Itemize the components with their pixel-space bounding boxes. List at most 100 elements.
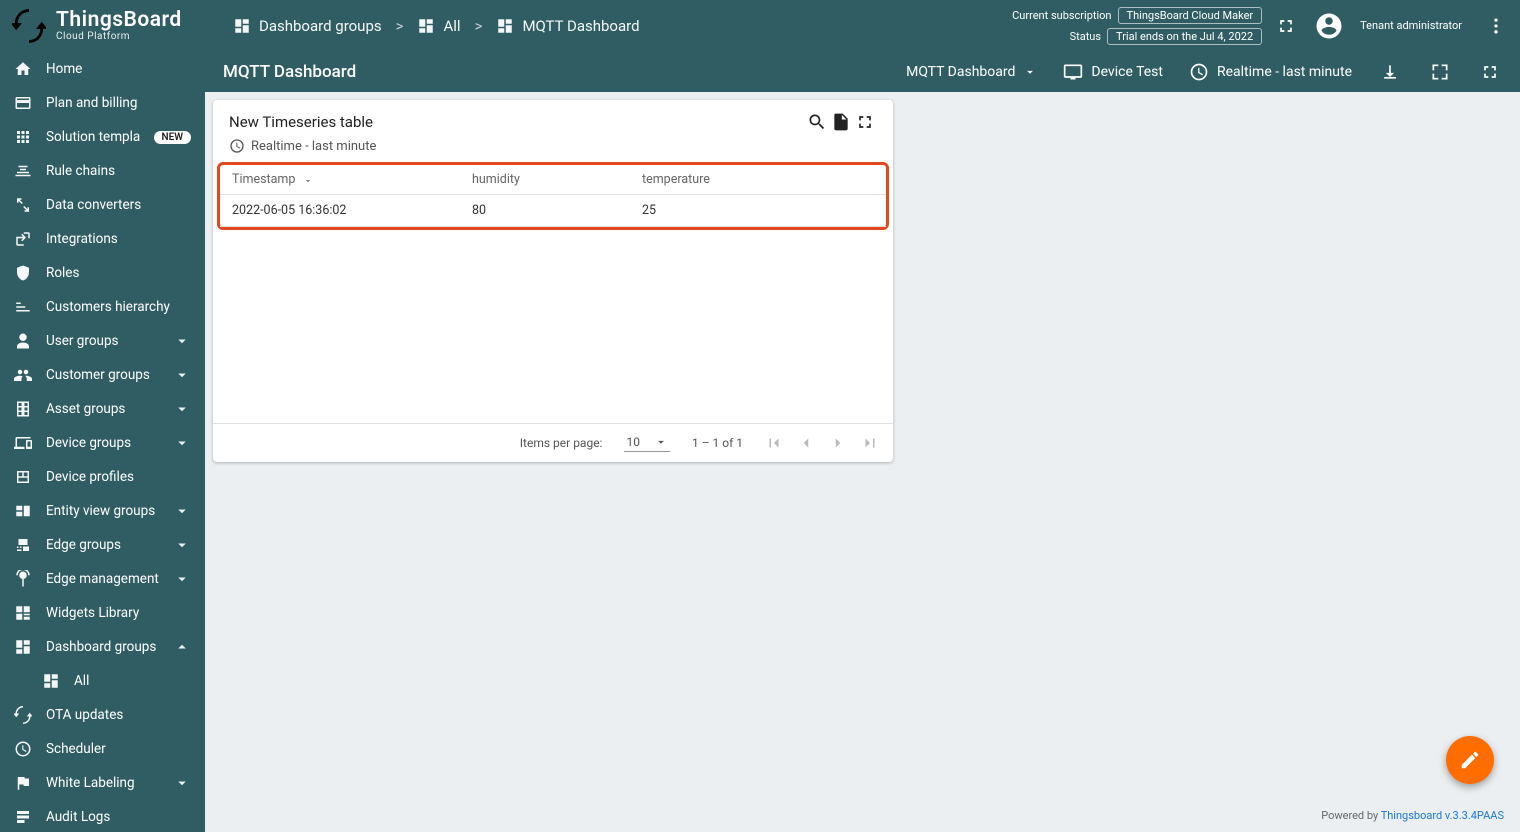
widget-timewindow[interactable]: Realtime - last minute — [213, 134, 893, 162]
flag-icon — [14, 774, 32, 792]
page-first-button[interactable] — [765, 434, 783, 452]
arrow-down-icon — [1023, 65, 1037, 79]
widget-search-button[interactable] — [805, 110, 829, 134]
sidebar-item-label: Customer groups — [46, 367, 159, 383]
chevron-up-icon — [173, 638, 191, 656]
sidebar-item-label: Audit Logs — [46, 809, 191, 825]
page-next-button[interactable] — [829, 434, 847, 452]
new-badge: NEW — [154, 131, 192, 144]
sidebar-item[interactable]: Solution templatesNEW — [0, 120, 205, 154]
device-alias-button[interactable]: Device Test — [1063, 62, 1163, 82]
trial-status-chip[interactable]: Trial ends on the Jul 4, 2022 — [1107, 28, 1262, 45]
sidebar-item[interactable]: Edge groups — [0, 528, 205, 562]
product-link[interactable]: Thingsboard v.3.3.4PAAS — [1381, 809, 1504, 822]
sidebar-item-label: User groups — [46, 333, 159, 349]
subscription-plan-chip[interactable]: ThingsBoard Cloud Maker — [1118, 7, 1263, 24]
profile-icon — [14, 468, 32, 486]
expand-window-icon — [1430, 62, 1450, 82]
page-prev-button[interactable] — [797, 434, 815, 452]
sidebar-item[interactable]: Audit Logs — [0, 800, 205, 832]
breadcrumb-item[interactable]: Dashboard groups — [233, 17, 382, 35]
logo-block[interactable]: ThingsBoard Cloud Platform — [0, 9, 205, 43]
sidebar-item[interactable]: Widgets Library — [0, 596, 205, 630]
sidebar-item-label: Device groups — [46, 435, 159, 451]
more-button[interactable] — [1484, 14, 1508, 38]
breadcrumb-separator: > — [475, 17, 483, 35]
sidebar-item[interactable]: Plan and billing — [0, 86, 205, 120]
avatar-icon[interactable] — [1314, 11, 1344, 41]
user-icon — [14, 332, 32, 350]
breadcrumb-item[interactable]: MQTT Dashboard — [496, 17, 639, 35]
column-header-humidity[interactable]: humidity — [472, 172, 642, 187]
sidebar-item[interactable]: Home — [0, 52, 205, 86]
screen-mode-button[interactable] — [1428, 60, 1452, 84]
chevron-down-icon — [173, 502, 191, 520]
sidebar-item-label: OTA updates — [46, 707, 191, 723]
hierarchy-icon — [14, 298, 32, 316]
fullscreen-toolbar-button[interactable] — [1478, 60, 1502, 84]
status-label: Status — [1070, 30, 1101, 43]
clock-icon — [1189, 62, 1209, 82]
sidebar-item[interactable]: Device profiles — [0, 460, 205, 494]
widget-footer: Items per page: 10 1 – 1 of 1 — [213, 423, 893, 462]
page-last-button[interactable] — [861, 434, 879, 452]
sidebar-item[interactable]: Edge management — [0, 562, 205, 596]
sidebar-item[interactable]: User groups — [0, 324, 205, 358]
rules-icon — [14, 162, 32, 180]
breadcrumb-label: MQTT Dashboard — [522, 17, 639, 35]
table-row[interactable]: 2022-06-05 16:36:02 80 25 — [220, 195, 886, 227]
device-alias-label: Device Test — [1091, 64, 1163, 80]
clock-icon — [14, 740, 32, 758]
breadcrumb-separator: > — [396, 17, 404, 35]
column-header-timestamp[interactable]: Timestamp — [232, 172, 472, 187]
widget-title: New Timeseries table — [229, 113, 805, 131]
sidebar-item[interactable]: Roles — [0, 256, 205, 290]
sidebar-item-label: White Labeling — [46, 775, 159, 791]
dashboard-icon — [14, 638, 32, 656]
fullscreen-button[interactable] — [1274, 14, 1298, 38]
timewindow-button[interactable]: Realtime - last minute — [1189, 62, 1352, 82]
sidebar-item-label: Widgets Library — [46, 605, 191, 621]
sidebar-item[interactable]: Entity view groups — [0, 494, 205, 528]
sidebar-child-item[interactable]: All — [0, 664, 205, 698]
shield-icon — [14, 264, 32, 282]
sidebar-item[interactable]: Device groups — [0, 426, 205, 460]
edit-dashboard-fab[interactable] — [1446, 736, 1494, 784]
sidebar-item[interactable]: Customer groups — [0, 358, 205, 392]
integration-icon — [14, 230, 32, 248]
chevron-down-icon — [173, 774, 191, 792]
sidebar-item[interactable]: Asset groups — [0, 392, 205, 426]
sidebar-item[interactable]: Scheduler — [0, 732, 205, 766]
sidebar-item[interactable]: Data converters — [0, 188, 205, 222]
sidebar-item-label: Integrations — [46, 231, 191, 247]
powered-by-label: Powered by — [1321, 809, 1378, 822]
items-per-page-select[interactable]: 10 — [624, 435, 670, 452]
sidebar-item[interactable]: OTA updates — [0, 698, 205, 732]
sidebar-item-label: Edge management — [46, 571, 159, 587]
pager — [765, 434, 879, 452]
sidebar-item[interactable]: Rule chains — [0, 154, 205, 188]
brand-name: ThingsBoard — [56, 10, 182, 31]
widget-export-button[interactable] — [829, 110, 853, 134]
user-info[interactable]: Tenant administrator — [1360, 19, 1462, 32]
sidebar-item[interactable]: Customers hierarchy — [0, 290, 205, 324]
pagination-range: 1 – 1 of 1 — [692, 436, 743, 450]
sidebar-item[interactable]: White Labeling — [0, 766, 205, 800]
timewindow-label: Realtime - last minute — [1217, 64, 1352, 80]
column-header-temperature[interactable]: temperature — [642, 172, 874, 187]
sidebar-item[interactable]: Integrations — [0, 222, 205, 256]
footer-credit: Powered by Thingsboard v.3.3.4PAAS — [1321, 809, 1504, 822]
widget-fullscreen-button[interactable] — [853, 110, 877, 134]
sidebar-item[interactable]: Dashboard groups — [0, 630, 205, 664]
export-button[interactable] — [1378, 60, 1402, 84]
cell-temperature: 25 — [642, 203, 874, 218]
items-per-page-label: Items per page: — [520, 436, 603, 450]
users-icon — [14, 366, 32, 384]
edge-icon — [14, 536, 32, 554]
breadcrumb-item[interactable]: All — [417, 17, 460, 35]
sidebar-item-label: Edge groups — [46, 537, 159, 553]
devices-icon — [14, 434, 32, 452]
items-per-page-value: 10 — [626, 435, 640, 449]
dashboard-selector[interactable]: MQTT Dashboard — [906, 64, 1037, 80]
dashboard-icon — [42, 672, 60, 690]
